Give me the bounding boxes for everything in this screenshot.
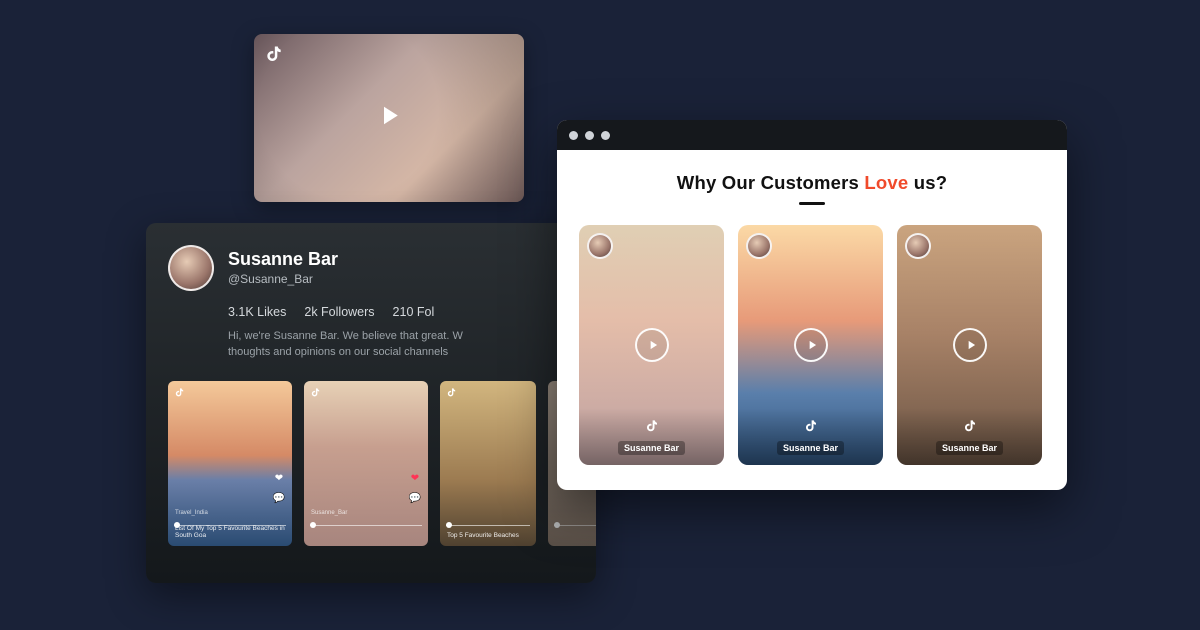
grid-video-thumb[interactable]: ❤ 💬 Travel_India List Of My Top 5 Favour… <box>168 381 292 546</box>
tiktok-icon <box>962 419 977 434</box>
progress-bar[interactable] <box>446 525 530 526</box>
engagement-rail: ❤ 💬 <box>408 472 422 506</box>
profile-stats: 3.1K Likes 2k Followers 210 Fol <box>168 305 574 319</box>
engagement-rail: ❤ 💬 <box>272 472 286 506</box>
traffic-light-close[interactable] <box>569 131 578 140</box>
profile-handle[interactable]: @Susanne_Bar <box>228 272 338 286</box>
bio-line: thoughts and opinions on our social chan… <box>228 346 448 358</box>
comment-icon[interactable]: 💬 <box>272 492 286 506</box>
card-author: Susanne Bar <box>777 441 844 455</box>
tiktok-icon <box>803 419 818 434</box>
tiktok-icon <box>310 387 321 398</box>
play-icon[interactable] <box>953 328 987 362</box>
profile-bio: Hi, we're Susanne Bar. We believe that g… <box>168 329 528 361</box>
bio-line: Hi, we're Susanne Bar. We believe that g… <box>228 330 463 342</box>
play-icon[interactable] <box>374 101 404 136</box>
progress-bar[interactable] <box>310 525 422 526</box>
profile-card: Susanne Bar @Susanne_Bar 3.1K Likes 2k F… <box>146 223 596 583</box>
grid-caption-bottom: Top 5 Favourite Beaches <box>447 532 519 539</box>
heart-icon[interactable]: ❤ <box>272 472 286 486</box>
testimonial-card[interactable]: Susanne Bar <box>738 225 883 465</box>
traffic-light-minimize[interactable] <box>585 131 594 140</box>
tiktok-icon <box>174 387 185 398</box>
testimonial-card[interactable]: Susanne Bar <box>579 225 724 465</box>
comment-icon[interactable]: 💬 <box>408 492 422 506</box>
stat-following: 210 Fol <box>393 305 435 319</box>
grid-video-thumb[interactable]: Top 5 Favourite Beaches <box>440 381 536 546</box>
tiktok-icon <box>644 419 659 434</box>
tiktok-icon <box>264 44 284 64</box>
browser-titlebar <box>557 120 1067 150</box>
stat-followers: 2k Followers <box>304 305 374 319</box>
testimonial-row: Susanne Bar Susanne Bar <box>579 225 1045 465</box>
page-headline: Why Our Customers Love us? <box>579 172 1045 194</box>
grid-caption-bottom: List Of My Top 5 Favourite Beaches in So… <box>175 525 292 539</box>
card-author: Susanne Bar <box>618 441 685 455</box>
avatar <box>587 233 613 259</box>
headline-underline <box>799 202 825 205</box>
grid-caption-top: Susanne_Bar <box>311 510 347 516</box>
progress-bar[interactable] <box>554 525 596 526</box>
avatar <box>905 233 931 259</box>
headline-accent: Love <box>864 172 908 193</box>
profile-header: Susanne Bar @Susanne_Bar <box>168 245 574 291</box>
heart-icon[interactable]: ❤ <box>408 472 422 486</box>
headline-pre: Why Our Customers <box>677 172 865 193</box>
avatar <box>746 233 772 259</box>
play-icon[interactable] <box>635 328 669 362</box>
hero-video-thumb[interactable] <box>254 34 524 202</box>
avatar[interactable] <box>168 245 214 291</box>
testimonial-card[interactable]: Susanne Bar <box>897 225 1042 465</box>
profile-name: Susanne Bar <box>228 250 338 270</box>
traffic-light-zoom[interactable] <box>601 131 610 140</box>
grid-video-thumb[interactable]: ❤ 💬 Susanne_Bar <box>304 381 428 546</box>
stat-likes: 3.1K Likes <box>228 305 286 319</box>
browser-window: Why Our Customers Love us? Susanne Bar <box>557 120 1067 490</box>
headline-post: us? <box>908 172 947 193</box>
profile-video-grid: ❤ 💬 Travel_India List Of My Top 5 Favour… <box>168 381 574 546</box>
play-icon[interactable] <box>794 328 828 362</box>
card-author: Susanne Bar <box>936 441 1003 455</box>
tiktok-icon <box>446 387 457 398</box>
grid-caption-top: Travel_India <box>175 510 208 516</box>
